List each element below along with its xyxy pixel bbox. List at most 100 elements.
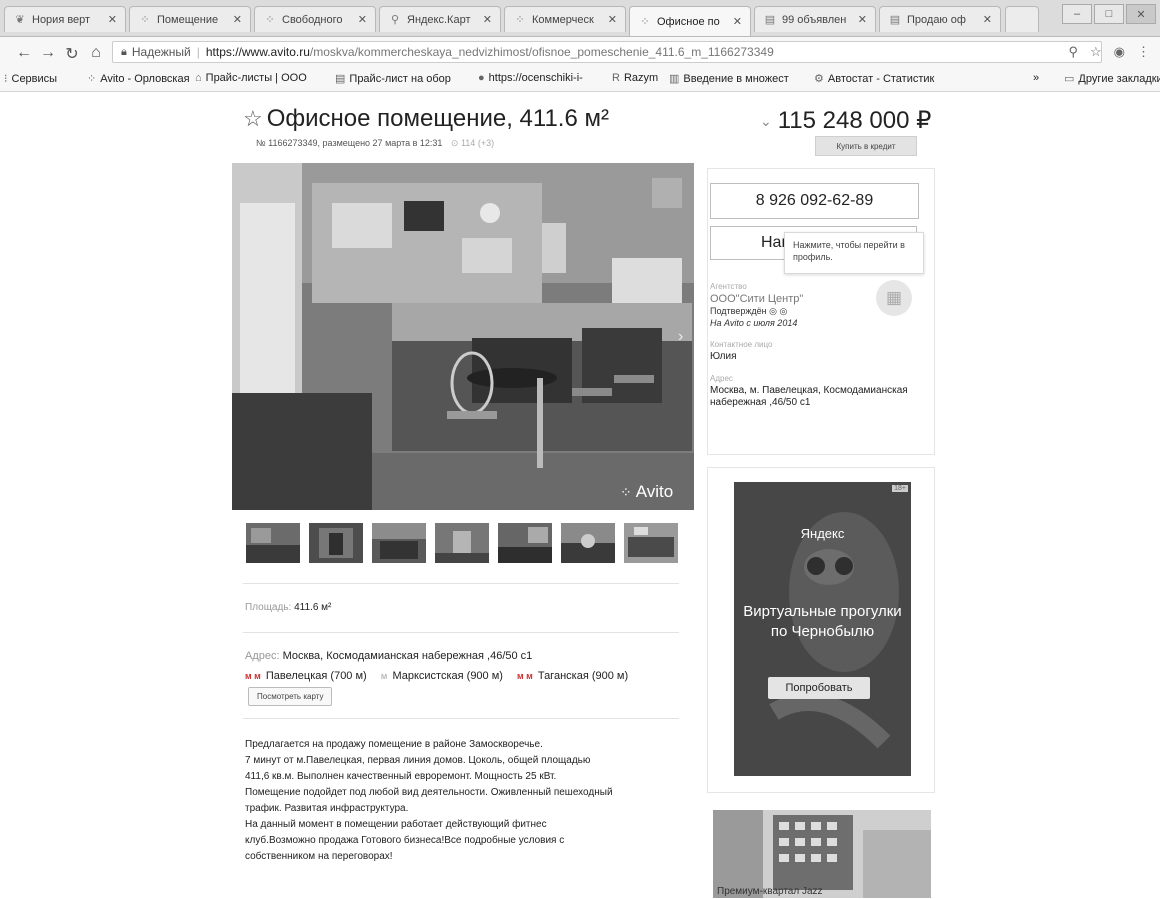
thumbnail[interactable]: [624, 523, 678, 563]
bookmark-item[interactable]: ● https://ocenschiki-i-: [478, 72, 583, 84]
tab-title: Помещение: [157, 13, 219, 26]
bookmark-item[interactable]: ⌂ Прайс-листы | ООО: [195, 72, 307, 84]
description-line: 7 минут от м.Павелецкая, первая линия до…: [245, 755, 591, 766]
address-bar[interactable]: 🔒︎ Надежный | https://www.avito.ru /mosk…: [112, 41, 1102, 63]
avito-icon: ⁘: [515, 14, 525, 26]
tab-title: 99 объявлен: [782, 13, 847, 26]
doc-icon: ▤: [889, 14, 901, 26]
browser-tab[interactable]: ⁘ Офисное по ✕: [629, 6, 751, 36]
metro-station: м м Павелецкая (700 м): [245, 670, 367, 682]
extension-icon[interactable]: ◉: [1114, 44, 1125, 60]
price: ⌄ 115 248 000 ₽: [760, 106, 931, 135]
new-tab-button[interactable]: [1005, 6, 1039, 32]
maximize-button[interactable]: □: [1094, 4, 1124, 24]
home-icon[interactable]: ⌂: [86, 44, 106, 62]
area-value: 411.6 м²: [294, 602, 332, 613]
secondary-ad[interactable]: [713, 810, 931, 898]
listing-meta: № 1166273349, размещено 27 марта в 12:31…: [256, 138, 494, 149]
ad-try-button[interactable]: Попробовать: [768, 677, 870, 699]
thumbnail[interactable]: [372, 523, 426, 563]
avito-icon: ⁘: [640, 16, 650, 28]
photo-thumbnails: [246, 523, 678, 563]
browser-tab[interactable]: ❦ Нория верт ✕: [4, 6, 126, 32]
seller-address: Москва, м. Павелецкая, Космодамианская н…: [710, 385, 908, 408]
page-title: Офисное помещение, 411.6 м²: [266, 105, 609, 132]
listing-title-row: ☆ Офисное помещение, 411.6 м²: [243, 105, 609, 133]
circle-icon: ●: [478, 72, 485, 84]
metro-icon: м: [380, 671, 388, 681]
menu-icon[interactable]: ⋮: [1137, 44, 1150, 60]
bookmark-item[interactable]: ▤ Прайс-лист на обор: [335, 72, 451, 86]
thumbnail[interactable]: [246, 523, 300, 563]
leaf-icon: ❦: [15, 14, 25, 26]
browser-tab[interactable]: ▤ Продаю оф ✕: [879, 6, 1001, 32]
avito-logo-icon: ⁘: [620, 483, 632, 500]
browser-tab[interactable]: ⁘ Свободного ✕: [254, 6, 376, 32]
yandex-ad[interactable]: 18+ Яндекс Виртуальные прогулки по Черно…: [734, 482, 911, 776]
currency-dropdown-icon[interactable]: ⌄: [760, 113, 772, 129]
favorite-star-icon[interactable]: ☆: [243, 106, 263, 132]
browser-tab[interactable]: ⁘ Помещение ✕: [129, 6, 251, 32]
close-tab-icon[interactable]: ✕: [358, 13, 367, 26]
contact-name: Юлия: [710, 351, 737, 362]
ad-age-tag: 18+: [892, 485, 908, 492]
avito-icon: ⁘: [265, 14, 275, 26]
profile-tooltip: Нажмите, чтобы перейти в профиль.: [784, 232, 924, 274]
bookmark-star-icon[interactable]: ☆: [1090, 44, 1102, 60]
show-map-button[interactable]: Посмотреть карту: [248, 687, 333, 706]
book-icon: ▥: [669, 73, 680, 85]
bookmark-label: https://ocenschiki-i-: [488, 72, 583, 84]
close-tab-icon[interactable]: ✕: [733, 15, 742, 28]
thumbnail[interactable]: [498, 523, 552, 563]
omnibox-actions: ⚲ ☆ ◉ ⋮: [1068, 44, 1150, 60]
close-tab-icon[interactable]: ✕: [483, 13, 492, 26]
url-host: https://www.avito.ru: [205, 45, 310, 59]
avatar[interactable]: ▦: [876, 280, 912, 316]
doc-icon: ▤: [335, 73, 346, 85]
divider: [243, 718, 679, 719]
area-label: Площадь:: [245, 602, 292, 613]
listing-description: Предлагается на продажу помещение в райо…: [245, 737, 685, 865]
reload-icon[interactable]: ↻: [62, 44, 82, 64]
bookmark-item[interactable]: ▥ Введение в множест: [669, 72, 789, 86]
thumbnail[interactable]: [309, 523, 363, 563]
secure-label: Надежный: [131, 45, 191, 59]
buy-on-credit-button[interactable]: Купить в кредит: [815, 136, 917, 156]
main-photo[interactable]: [232, 163, 694, 510]
browser-tab[interactable]: ⁘ Коммерческ ✕: [504, 6, 626, 32]
close-window-button[interactable]: ✕: [1126, 4, 1156, 24]
description-line: клуб.Возможно продажа Готового бизнеса!В…: [245, 835, 565, 846]
separator: |: [196, 45, 200, 59]
phone-button[interactable]: 8 926 092-62-89: [710, 183, 919, 219]
next-photo-icon[interactable]: ›: [678, 328, 683, 346]
zoom-icon[interactable]: ⚲: [1068, 44, 1078, 60]
doc-icon: ▤: [764, 14, 776, 26]
bookmark-label: Автостат - Статистик: [827, 72, 935, 85]
bookmark-item[interactable]: ⚙ Автостат - Статистик: [814, 72, 935, 86]
other-bookmarks[interactable]: ▭ Другие закладки: [1064, 72, 1160, 86]
close-tab-icon[interactable]: ✕: [608, 13, 617, 26]
thumbnail[interactable]: [435, 523, 489, 563]
tab-title: Офисное по: [657, 15, 720, 28]
bookmark-item[interactable]: R Razym: [612, 72, 658, 84]
avito-watermark: ⁘ Avito: [620, 482, 674, 501]
close-tab-icon[interactable]: ✕: [983, 13, 992, 26]
close-tab-icon[interactable]: ✕: [108, 13, 117, 26]
bookmarks-more[interactable]: »: [1033, 72, 1039, 84]
close-tab-icon[interactable]: ✕: [858, 13, 867, 26]
tab-title: Продаю оф: [907, 13, 966, 26]
browser-tab[interactable]: ▤ 99 объявлен ✕: [754, 6, 876, 32]
close-tab-icon[interactable]: ✕: [233, 13, 242, 26]
forward-icon[interactable]: →: [38, 44, 58, 62]
address-label: Адрес:: [245, 650, 280, 662]
bookmark-item[interactable]: ⁝ Сервисы: [4, 72, 57, 86]
bookmark-item[interactable]: ⁘ Avito - Орловская: [87, 72, 190, 86]
minimize-button[interactable]: –: [1062, 4, 1092, 24]
description-line: трафик. Развитая инфраструктура.: [245, 803, 409, 814]
seller-address-label: Адрес: [710, 374, 733, 383]
browser-tab[interactable]: ⚲ Яндекс.Карт ✕: [379, 6, 501, 32]
thumbnail[interactable]: [561, 523, 615, 563]
contact-label: Контактное лицо: [710, 340, 773, 349]
back-icon[interactable]: ←: [14, 44, 34, 62]
secondary-ad-caption[interactable]: Премиум-квартал Jazz: [717, 886, 823, 897]
